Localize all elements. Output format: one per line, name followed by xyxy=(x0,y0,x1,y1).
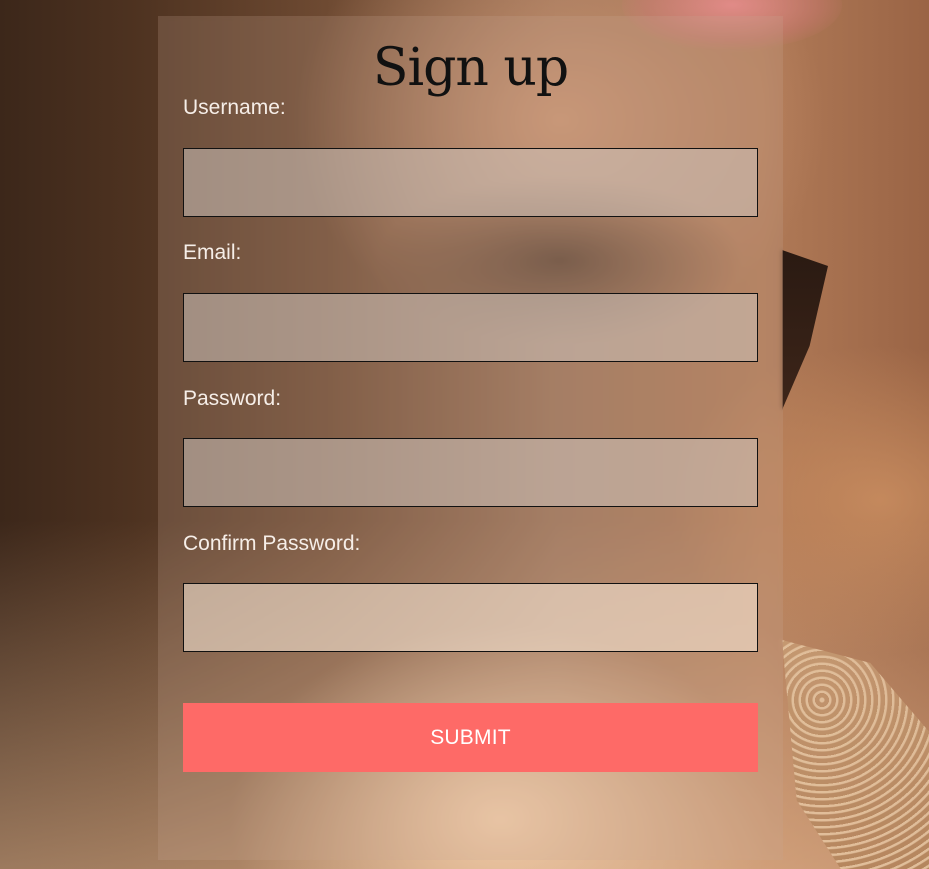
page-title: Sign up xyxy=(372,38,569,98)
username-input[interactable] xyxy=(184,149,757,216)
signup-form: Sign up Username: Email: Password: Confi… xyxy=(158,16,783,860)
password-field[interactable] xyxy=(183,438,758,507)
confirm-password-label: Confirm Password: xyxy=(183,532,361,555)
password-label: Password: xyxy=(183,387,282,410)
email-input[interactable] xyxy=(184,294,757,361)
username-field[interactable] xyxy=(183,148,758,217)
confirm-password-field[interactable] xyxy=(183,583,758,652)
username-label: Username: xyxy=(183,96,286,119)
background-photo-strap xyxy=(782,250,828,410)
submit-button[interactable]: SUBMIT xyxy=(183,703,758,772)
password-input[interactable] xyxy=(184,439,757,506)
email-field[interactable] xyxy=(183,293,758,362)
confirm-password-input[interactable] xyxy=(184,584,757,651)
email-label: Email: xyxy=(183,241,242,264)
